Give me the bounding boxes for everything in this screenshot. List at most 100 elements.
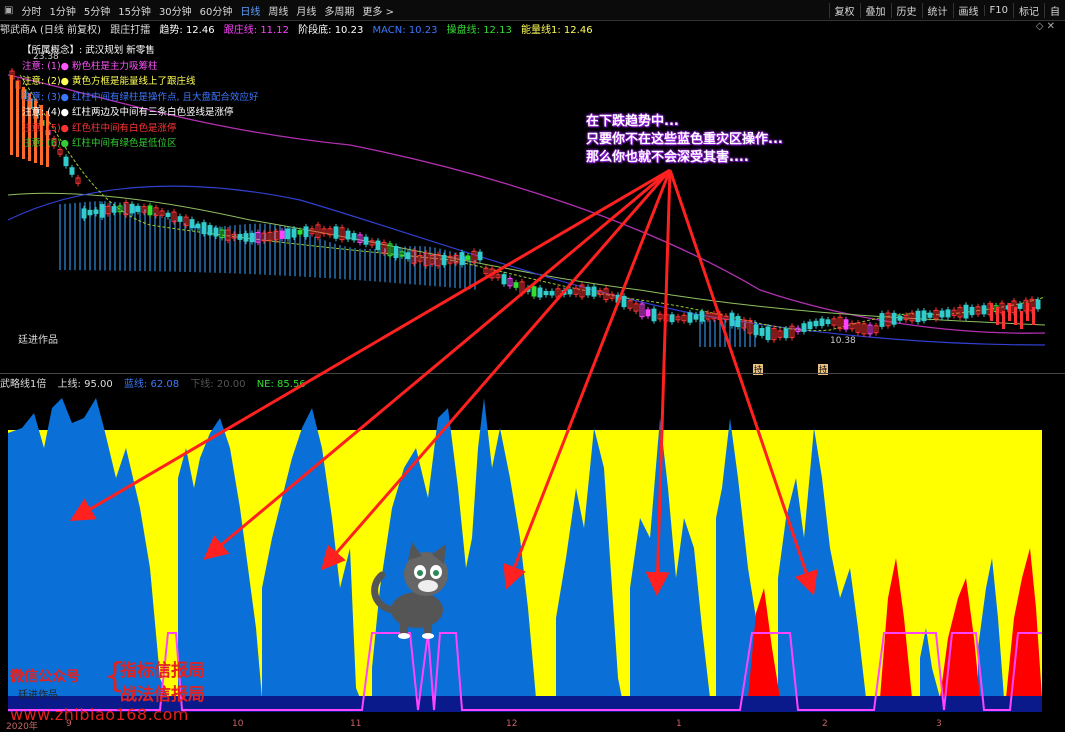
tab-5min[interactable]: 5分钟 <box>80 3 114 18</box>
candle-body <box>699 311 705 322</box>
candle-body <box>765 326 771 341</box>
indicator-legend: 【所属概念】: 武汉规划 新零售 注意: (1)● 粉色柱是主力吸筹柱 注意: … <box>22 43 259 152</box>
f10-button[interactable]: F10 <box>983 4 1013 16</box>
candle-body <box>393 245 399 258</box>
legend-row: 注意: (4)● 红柱两边及中间有三条白色竖线是涨停 <box>22 107 234 118</box>
tab-multi-period[interactable]: 多周期 <box>320 3 358 18</box>
statistics-button[interactable]: 统计 <box>921 2 953 18</box>
candle-body <box>915 310 921 323</box>
watermark: 廷进作品 <box>18 335 58 346</box>
candle-body <box>87 209 93 216</box>
candle-body <box>243 233 249 242</box>
candle-body <box>165 212 171 217</box>
candle-body <box>441 255 447 266</box>
watermark: 廷进作品 <box>18 690 58 701</box>
candle-body <box>345 230 351 240</box>
candle-body <box>981 305 987 315</box>
tab-15min[interactable]: 15分钟 <box>114 3 155 18</box>
candle-body <box>963 304 969 319</box>
candle-body <box>513 282 519 288</box>
annotation-line: 只要你不在这些蓝色重灾区操作... <box>586 132 783 147</box>
tab-30min[interactable]: 30分钟 <box>155 3 196 18</box>
candle-body <box>195 223 201 229</box>
candle-body <box>927 312 933 318</box>
candle-body <box>729 312 735 327</box>
wechat-label: 微信公众号 <box>10 669 80 685</box>
restore-rights-button[interactable]: 复权 <box>828 2 860 18</box>
candle-body <box>465 255 471 260</box>
top-toolbar: ▣ 分时 1分钟 5分钟 15分钟 30分钟 60分钟 日线 周线 月线 多周期… <box>0 0 1065 21</box>
energy-line-value: 能量线1: 12.46 <box>521 25 593 35</box>
volume-spike <box>10 75 13 155</box>
tab-monthly[interactable]: 月线 <box>292 3 320 18</box>
volume-spike <box>1020 311 1023 329</box>
follow-line-value: 跟庄线: 11.12 <box>223 25 289 35</box>
candle-body <box>543 291 549 296</box>
candle-body <box>645 309 651 317</box>
stock-title[interactable]: 鄂武商A (日线 前复权) <box>0 25 101 35</box>
candle-body <box>201 222 207 235</box>
tab-1min[interactable]: 1分钟 <box>45 3 79 18</box>
legend-row: 注意: (2)● 黄色方框是能量线上了跟庄线 <box>22 76 196 87</box>
candle-body <box>567 289 573 295</box>
price-low-label: 10.38 <box>830 336 856 346</box>
legend-row: 注意: (3)● 红柱中间有绿柱是操作点, 且大盘配合效应好 <box>22 91 259 103</box>
draw-line-button[interactable]: 画线 <box>952 2 984 18</box>
legend-row: 注意: (1)● 粉色柱是主力吸筹柱 <box>22 60 158 72</box>
stage-bottom-value: 阶段底: 10.23 <box>298 25 364 35</box>
candle-body <box>687 312 693 323</box>
candle-body <box>93 209 99 214</box>
candle-body <box>753 324 759 336</box>
volume-spike <box>16 81 19 157</box>
candle-body <box>333 226 339 239</box>
mark-button[interactable]: 标记 <box>1013 2 1044 18</box>
date-tick: 10 <box>232 719 244 729</box>
candle-body <box>693 314 699 320</box>
tab-daily[interactable]: 日线 <box>236 3 264 18</box>
candle-body <box>591 286 597 297</box>
candle-body <box>585 286 591 296</box>
tab-more[interactable]: 更多 > <box>358 3 398 18</box>
panel-icon[interactable]: ▣ <box>0 5 17 16</box>
candle-body <box>135 205 141 212</box>
candle-body <box>63 156 69 167</box>
candle-body <box>939 310 945 318</box>
candle-body <box>111 206 117 213</box>
volume-spike <box>1032 307 1035 325</box>
tab-weekly[interactable]: 周线 <box>264 3 292 18</box>
candle-body <box>921 310 927 322</box>
candle-body <box>285 228 291 240</box>
candle-body <box>621 295 627 308</box>
volume-spike <box>1008 303 1011 321</box>
trend-value: 趋势: 12.46 <box>159 25 215 35</box>
candle-body <box>1035 299 1041 310</box>
brand-label: 指标信报局 <box>120 661 205 681</box>
candle-body <box>207 225 213 236</box>
candle-body <box>819 318 825 326</box>
chart-info-bar: 鄂武商A (日线 前复权) 跟庄打擂 趋势: 12.46 跟庄线: 11.12 … <box>0 21 1065 35</box>
window-icons[interactable]: ◇ ✕ <box>1036 21 1055 32</box>
candle-body <box>81 208 87 219</box>
candle-body <box>297 230 303 235</box>
overlay-button[interactable]: 叠加 <box>859 2 891 18</box>
candle-body <box>363 236 369 245</box>
tab-60min[interactable]: 60分钟 <box>196 3 237 18</box>
self-select-button[interactable]: 自 <box>1044 2 1065 18</box>
candle-body <box>1017 303 1023 309</box>
macn-value: MACN: 10.23 <box>372 25 438 35</box>
candle-body <box>825 319 831 325</box>
volume-spike <box>1014 307 1017 325</box>
candle-body <box>279 230 285 239</box>
candle-body <box>669 314 675 323</box>
volume-spike <box>990 303 993 321</box>
volume-spike <box>1026 303 1029 321</box>
legend-row: 注意: (5)● 红色柱中间有白色是涨停 <box>22 122 177 134</box>
candle-body <box>303 226 309 237</box>
volume-spike <box>996 307 999 325</box>
pane-divider[interactable] <box>0 373 1065 374</box>
indicator-name[interactable]: 跟庄打擂 <box>110 25 150 35</box>
history-button[interactable]: 历史 <box>890 2 922 18</box>
tab-timeshare[interactable]: 分时 <box>17 3 45 18</box>
candle-body <box>759 328 765 336</box>
candle-body <box>129 203 135 214</box>
